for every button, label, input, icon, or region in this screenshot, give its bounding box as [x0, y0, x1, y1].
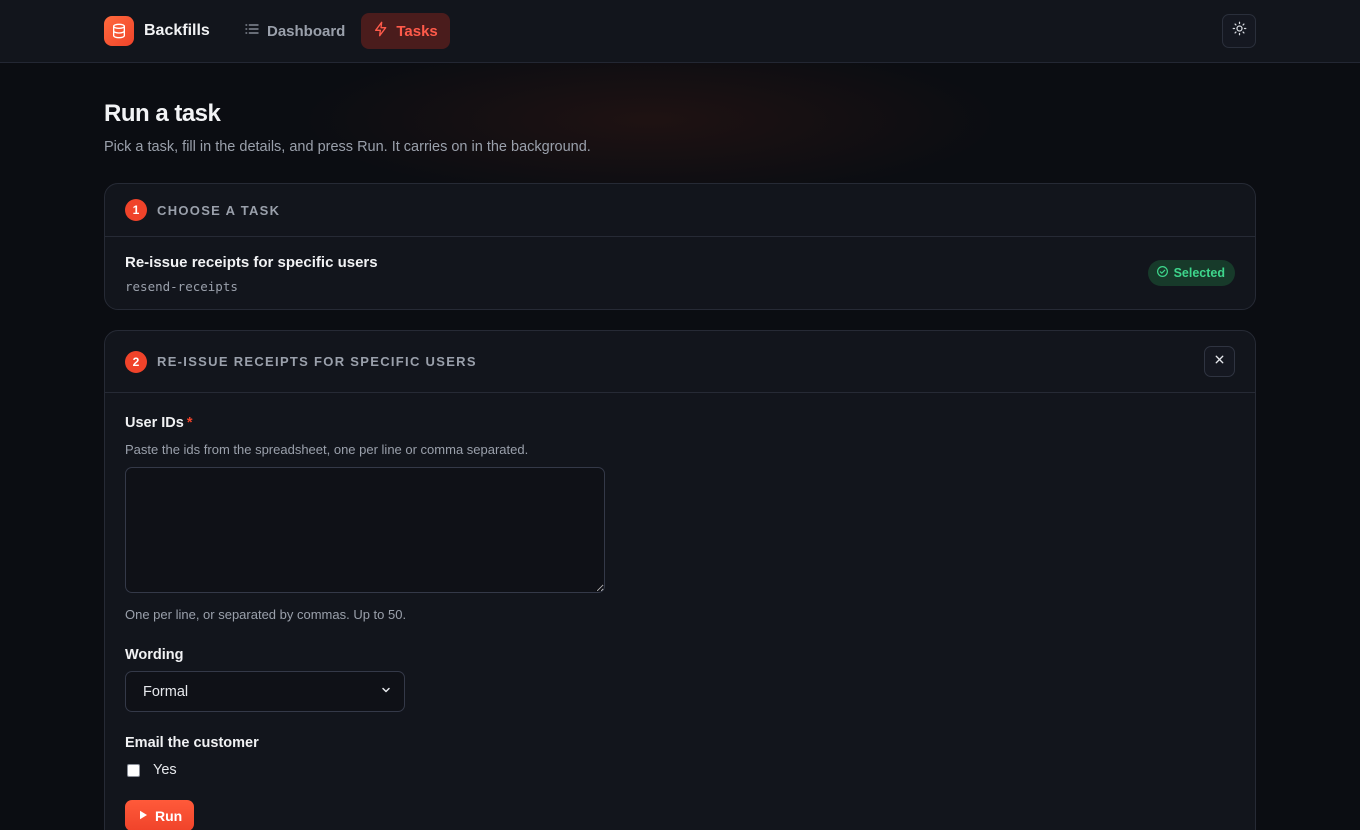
task-code: resend-receipts [125, 279, 238, 294]
choose-task-card: 1 Choose a task Re-issue receipts for sp… [104, 183, 1256, 310]
user-ids-hint: One per line, or separated by commas. Up… [125, 607, 407, 622]
list-icon [244, 21, 260, 41]
user-ids-input[interactable] [125, 467, 605, 593]
close-button[interactable] [1204, 346, 1235, 377]
app-name: Backfills [144, 22, 210, 39]
close-icon [1213, 353, 1226, 371]
wording-select-value: Formal [143, 683, 189, 700]
database-icon [104, 16, 134, 46]
task-option[interactable]: Re-issue receipts for specific users res… [105, 237, 1255, 309]
user-ids-label-text: User IDs [125, 415, 184, 431]
theme-toggle-button[interactable] [1222, 14, 1256, 48]
email-customer-checkbox[interactable] [127, 763, 140, 777]
page-subtitle: Pick a task, fill in the details, and pr… [104, 139, 591, 155]
task-name: Re-issue receipts for specific users [125, 254, 378, 271]
page-title: Run a task [104, 100, 221, 127]
step-number-1: 1 [125, 199, 147, 221]
user-ids-label: User IDs * [125, 415, 193, 431]
email-customer-label: Email the customer [125, 735, 259, 751]
task-form-card: 2 Re-issue receipts for specific users U… [104, 330, 1256, 830]
header-glow [300, 40, 1000, 200]
nav-item-tasks[interactable]: Tasks [361, 13, 450, 49]
bolt-icon [373, 21, 389, 41]
selected-badge-label: Selected [1173, 266, 1225, 280]
top-bar: Backfills Dashboard Tasks [0, 0, 1360, 63]
step-number-2: 2 [125, 350, 147, 373]
wording-label: Wording [125, 647, 184, 663]
choose-task-title: Choose a task [157, 202, 281, 218]
main-nav: Dashboard Tasks [232, 13, 450, 49]
user-ids-description: Paste the ids from the spreadsheet, one … [125, 442, 529, 457]
play-icon [137, 808, 149, 824]
brand[interactable]: Backfills [104, 16, 210, 46]
sun-icon [1232, 21, 1247, 41]
required-mark: * [186, 415, 193, 431]
nav-item-dashboard[interactable]: Dashboard [232, 13, 357, 49]
email-customer-option[interactable]: Yes [127, 762, 177, 778]
wording-select[interactable]: Formal [125, 671, 405, 712]
task-form-header: 2 Re-issue receipts for specific users [105, 331, 1255, 393]
chevron-down-icon [380, 683, 392, 701]
nav-label-dashboard: Dashboard [267, 22, 346, 40]
email-customer-option-label: Yes [153, 762, 177, 778]
task-form-title: Re-issue receipts for specific users [157, 354, 477, 369]
choose-task-header: 1 Choose a task [105, 184, 1255, 237]
run-button-label: Run [155, 807, 183, 824]
nav-label-tasks: Tasks [396, 22, 438, 40]
selected-badge: Selected [1147, 260, 1235, 286]
run-button[interactable]: Run [125, 800, 195, 830]
check-circle-icon [1156, 265, 1169, 281]
